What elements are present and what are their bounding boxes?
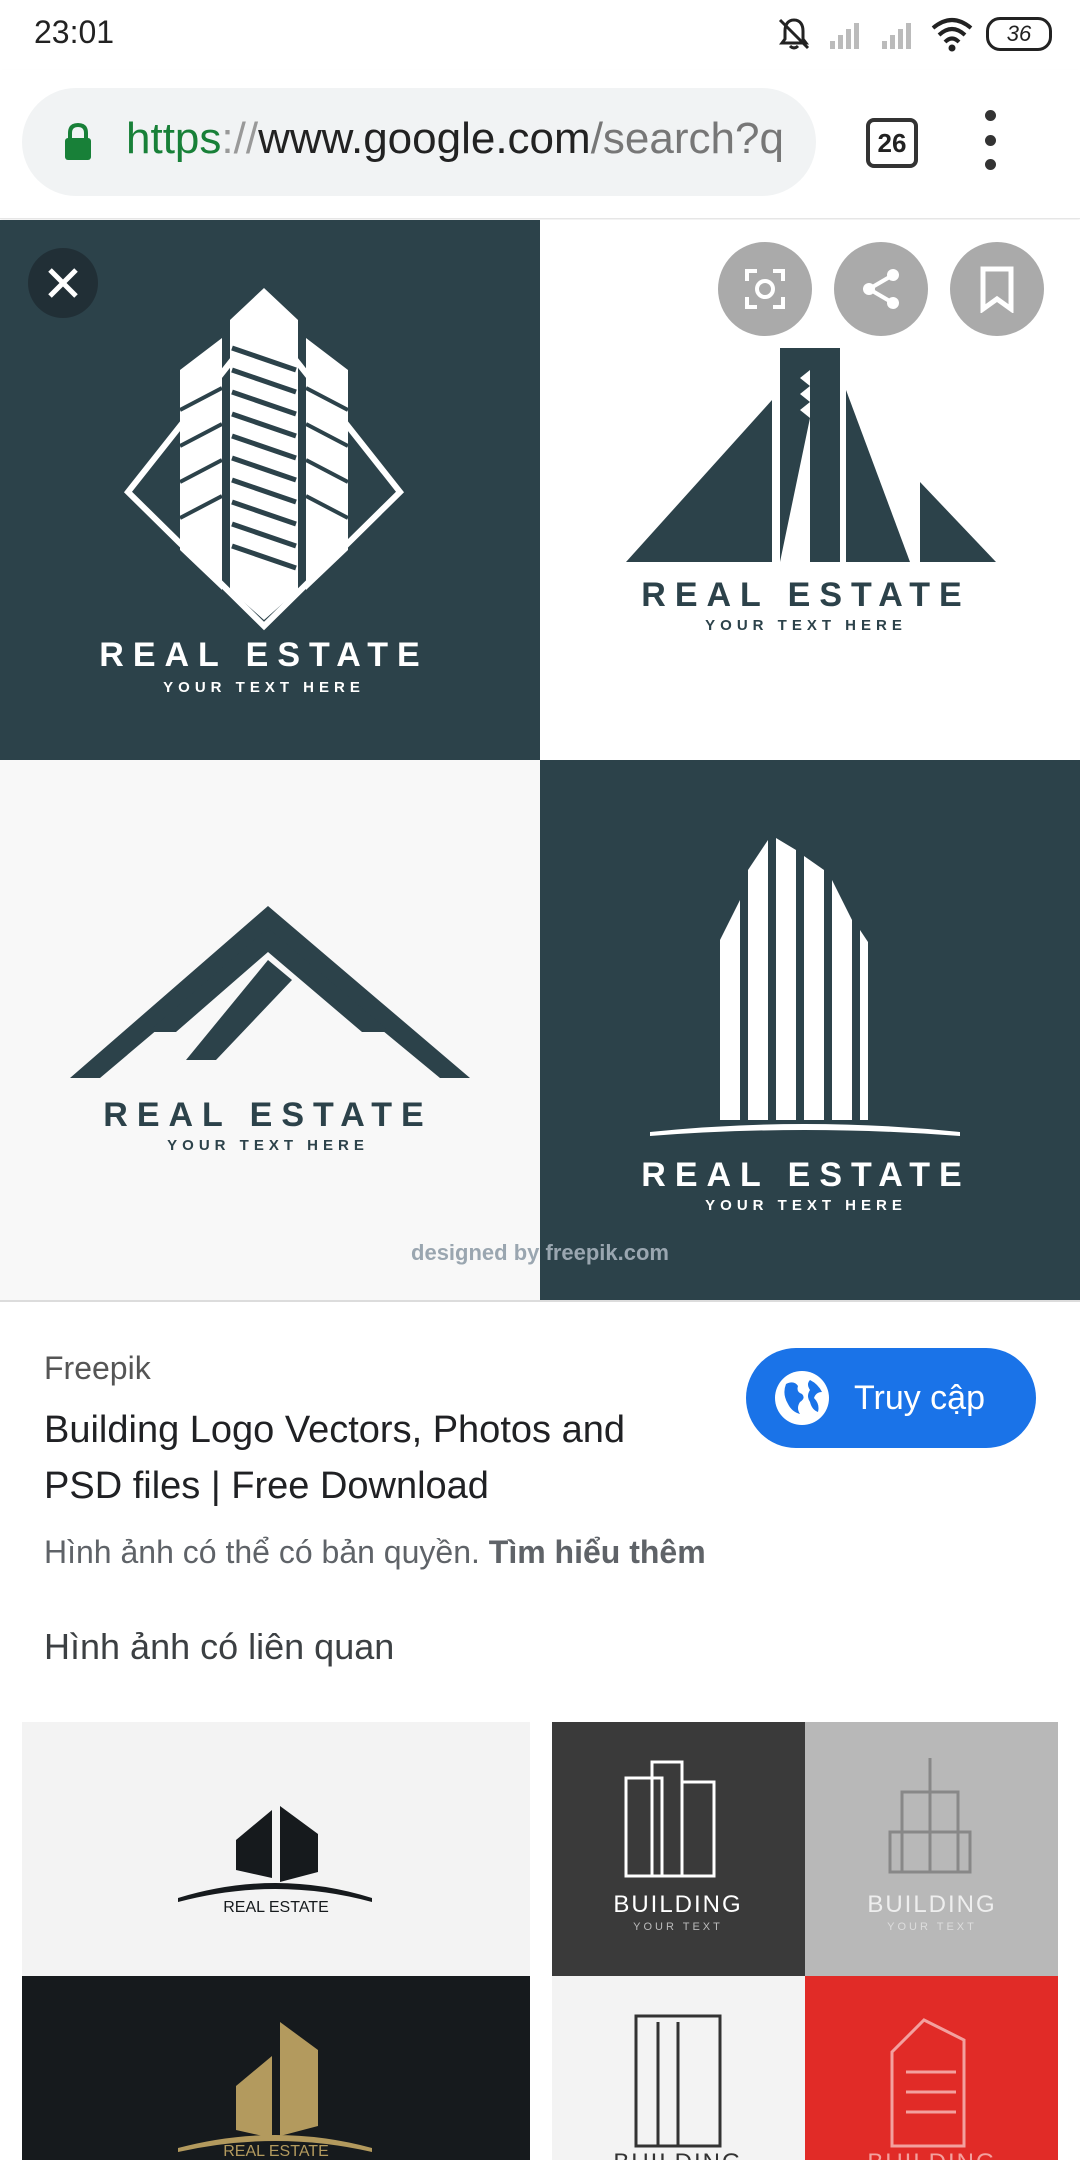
watermark: designed by freepik.com <box>411 1240 669 1265</box>
thumb-1-bottom-title: REAL ESTATE <box>223 2143 329 2160</box>
related-thumbnail-1[interactable]: REAL ESTATE REAL ESTATE <box>22 1722 530 2160</box>
source-name: Freepik <box>44 1350 151 1386</box>
dot-icon <box>984 134 996 146</box>
logo-4-title: REAL ESTATE <box>641 1156 970 1194</box>
thumb-2-label-2: BUILDING <box>867 1891 996 1918</box>
logo-4-tagline: YOUR TEXT HERE <box>705 1197 907 1214</box>
signal-1-icon <box>830 23 859 49</box>
close-icon <box>48 268 78 298</box>
bookmark-icon <box>980 266 1014 313</box>
visit-label: Truy cập <box>854 1378 986 1417</box>
status-icons: 36 <box>774 14 1052 54</box>
copyright-notice: Hình ảnh có thể có bản quyền. Tìm hiểu t… <box>44 1534 706 1571</box>
result-title[interactable]: Building Logo Vectors, Photos and PSD fi… <box>44 1402 684 1514</box>
dot-icon <box>984 159 996 170</box>
status-time: 23:01 <box>34 14 115 50</box>
share-button[interactable] <box>834 242 928 336</box>
browser-toolbar: https://www.google.com/search?q 26 <box>0 70 1080 219</box>
logo-1-title: REAL ESTATE <box>99 636 428 674</box>
related-thumbnail-2[interactable]: BUILDING YOUR TEXT BUILDING YOUR TEXT BU… <box>552 1722 1058 2160</box>
lens-search-button[interactable] <box>718 242 812 336</box>
share-icon <box>863 269 899 309</box>
signal-2-icon <box>882 23 911 49</box>
globe-icon <box>775 1371 829 1425</box>
url-host: www.google.com <box>258 114 591 163</box>
url-text: https://www.google.com/search?q <box>126 114 784 164</box>
tab-switcher-button[interactable]: 26 <box>866 118 918 168</box>
url-scheme: https <box>126 114 222 163</box>
thumb-1-top-title: REAL ESTATE <box>223 1899 329 1916</box>
thumb-2-label-3: BUILDING <box>613 2149 742 2160</box>
logo-1-tagline: YOUR TEXT HERE <box>163 679 365 696</box>
thumb-2-label-4: BUILDING <box>867 2149 996 2160</box>
learn-more-link[interactable]: Tìm hiểu thêm <box>489 1534 706 1570</box>
thumb-2-label-1: BUILDING <box>613 1891 742 1918</box>
status-bar: 23:01 36 <box>0 0 1080 70</box>
lens-icon <box>745 269 785 309</box>
battery-indicator: 36 <box>986 17 1052 51</box>
copyright-text: Hình ảnh có thể có bản quyền. <box>44 1534 480 1570</box>
wifi-icon <box>931 18 973 52</box>
url-separator: :// <box>221 114 259 163</box>
thumb-2-tagline-1: YOUR TEXT <box>633 1921 723 1933</box>
address-bar[interactable]: https://www.google.com/search?q <box>22 88 816 196</box>
lock-icon <box>65 122 91 160</box>
logo-3-tagline: YOUR TEXT HERE <box>167 1137 369 1154</box>
mute-bell-icon <box>778 18 810 50</box>
url-path: /search?q <box>590 114 784 163</box>
dot-icon <box>984 110 996 121</box>
divider <box>0 1300 1080 1302</box>
logo-3-title: REAL ESTATE <box>103 1096 432 1134</box>
preview-image[interactable]: REAL ESTATE YOUR TEXT HERE REAL ESTATE Y… <box>0 220 1080 1300</box>
close-button[interactable] <box>28 248 98 318</box>
overflow-menu-button[interactable] <box>980 110 1000 170</box>
thumb-2-tagline-2: YOUR TEXT <box>887 1921 977 1933</box>
logo-2-title: REAL ESTATE <box>641 576 970 614</box>
save-bookmark-button[interactable] <box>950 242 1044 336</box>
related-heading: Hình ảnh có liên quan <box>44 1626 395 1667</box>
visit-button[interactable]: Truy cập <box>746 1348 1036 1448</box>
logo-2-tagline: YOUR TEXT HERE <box>705 617 907 634</box>
